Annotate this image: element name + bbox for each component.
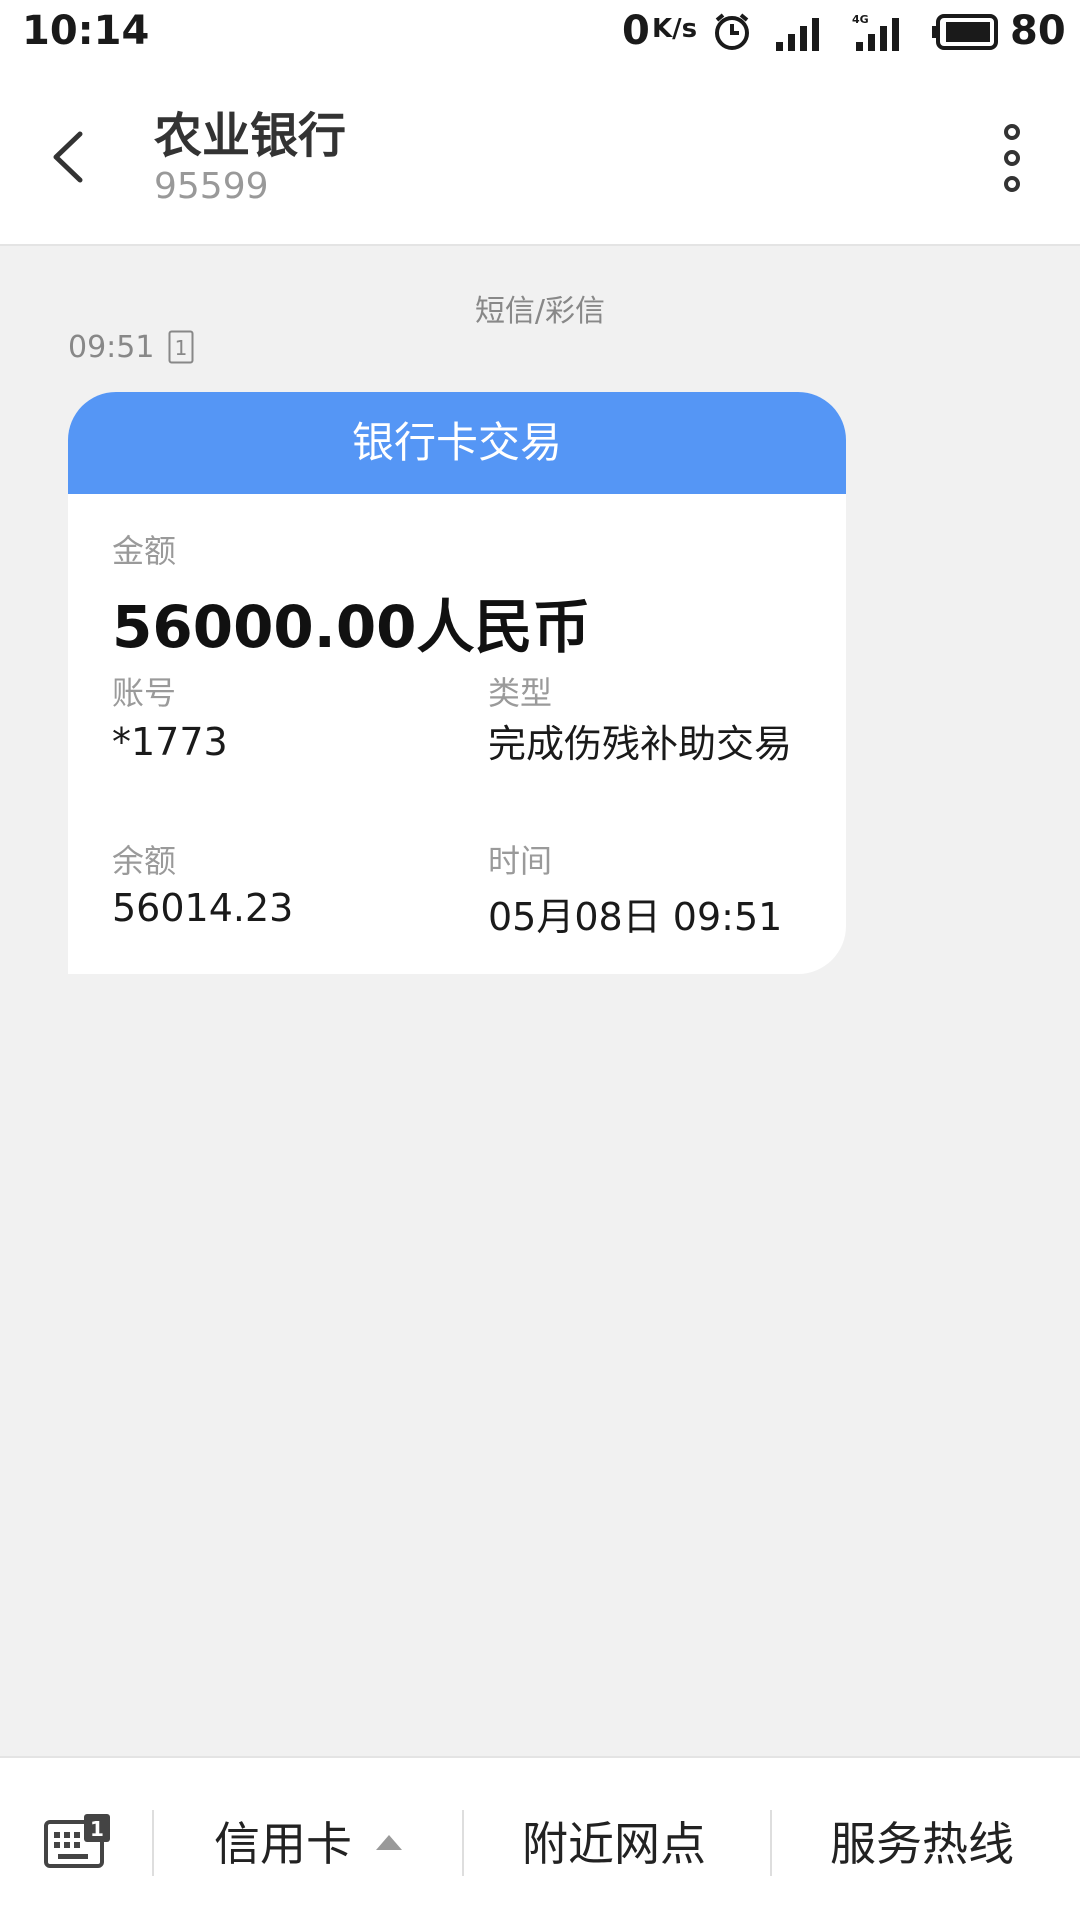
- account-value: *1773: [112, 720, 228, 764]
- message-time: 09:51: [68, 330, 155, 365]
- status-time: 10:14: [22, 8, 150, 54]
- type-value: 完成伤残补助交易: [488, 722, 793, 766]
- balance-label: 余额: [112, 842, 177, 880]
- divider: [152, 1810, 154, 1876]
- caret-up-icon[interactable]: [374, 1832, 404, 1852]
- battery-icon: [932, 14, 998, 50]
- menu-service-hotline[interactable]: 服务热线: [830, 1808, 1014, 1874]
- net-speed-unit: K/s: [652, 14, 698, 44]
- type-label: 类型: [488, 674, 553, 712]
- menu-credit-card[interactable]: 信用卡: [214, 1808, 352, 1874]
- keyboard-icon[interactable]: 1: [44, 1814, 110, 1870]
- svg-text:1: 1: [175, 336, 188, 360]
- more-vertical-icon[interactable]: [992, 122, 1032, 194]
- transaction-card[interactable]: 银行卡交易 金额 56000.00人民币 账号 *1773 类型 完成伤残补助交…: [68, 392, 846, 974]
- svg-text:4G: 4G: [852, 13, 869, 26]
- net-speed: 0: [622, 8, 650, 54]
- menu-nearby-branches[interactable]: 附近网点: [522, 1808, 706, 1874]
- signal-4g-icon: 4G: [852, 13, 899, 51]
- back-arrow-icon[interactable]: [40, 124, 100, 190]
- status-bar: 10:14 0 K/s 4G 80: [0, 0, 1080, 66]
- divider: [462, 1810, 464, 1876]
- contact-name: 农业银行: [154, 108, 347, 164]
- sim-card-icon: 1: [168, 330, 194, 364]
- message-type-label: 短信/彩信: [474, 294, 606, 329]
- balance-value: 56014.23: [112, 886, 294, 930]
- amount-label: 金额: [112, 532, 177, 570]
- amount-value: 56000.00人民币: [112, 593, 591, 661]
- battery-level: 80: [1010, 8, 1066, 54]
- svg-text:1: 1: [90, 1817, 104, 1841]
- contact-number: 95599: [154, 166, 269, 207]
- divider: [770, 1810, 772, 1876]
- conversation-header: 农业银行 95599: [0, 66, 1080, 246]
- account-label: 账号: [112, 674, 177, 712]
- time-label: 时间: [488, 842, 553, 880]
- signal-icon: [776, 18, 819, 51]
- alarm-icon: [715, 13, 749, 50]
- bottom-menu-bar: 1 信用卡 附近网点 服务热线: [0, 1756, 1080, 1922]
- time-value: 05月08日 09:51: [488, 895, 783, 939]
- card-title: 银行卡交易: [68, 392, 846, 494]
